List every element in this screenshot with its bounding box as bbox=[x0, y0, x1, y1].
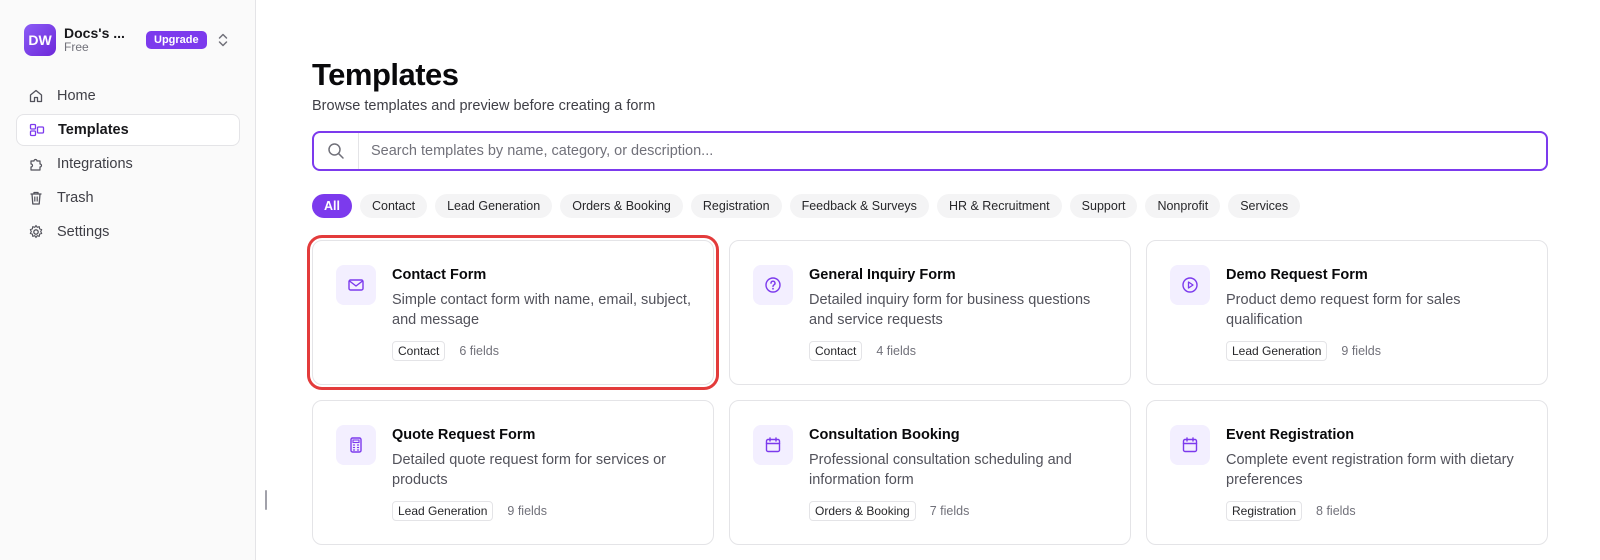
filter-chip-hr-recruitment[interactable]: HR & Recruitment bbox=[936, 194, 1062, 218]
sidebar: DW Docs's ... Free Upgrade Home Templates… bbox=[0, 0, 256, 560]
template-title: General Inquiry Form bbox=[809, 267, 956, 283]
sidebar-item-integrations[interactable]: Integrations bbox=[16, 148, 240, 180]
template-card-body: Quote Request Form Detailed quote request… bbox=[392, 427, 693, 521]
search-bar bbox=[312, 131, 1548, 171]
sidebar-item-label: Integrations bbox=[57, 156, 133, 172]
template-meta: Contact 4 fields bbox=[809, 341, 1110, 361]
calendar-icon bbox=[1170, 425, 1210, 465]
category-filters: All Contact Lead Generation Orders & Bookin… bbox=[312, 194, 1301, 218]
sidebar-item-label: Home bbox=[57, 88, 96, 104]
filter-chip-orders-booking[interactable]: Orders & Booking bbox=[560, 194, 683, 218]
field-count: 7 fields bbox=[929, 504, 970, 518]
upgrade-button[interactable]: Upgrade bbox=[146, 31, 207, 49]
filter-chip-contact[interactable]: Contact bbox=[359, 194, 428, 218]
home-icon bbox=[28, 88, 44, 104]
calendar-icon bbox=[753, 425, 793, 465]
trash-icon bbox=[28, 190, 44, 206]
template-title: Demo Request Form bbox=[1226, 267, 1368, 283]
category-badge: Registration bbox=[1226, 501, 1303, 521]
play-icon bbox=[1170, 265, 1210, 305]
template-card[interactable]: Contact Form Simple contact form with nam… bbox=[307, 235, 719, 390]
templates-icon bbox=[29, 122, 45, 138]
template-description: Detailed quote request form for services… bbox=[392, 452, 667, 488]
category-badge: Contact bbox=[392, 341, 446, 361]
sidebar-item-label: Settings bbox=[57, 224, 110, 240]
category-badge: Lead Generation bbox=[392, 501, 494, 521]
template-card[interactable]: Quote Request Form Detailed quote request… bbox=[312, 400, 714, 545]
workspace-avatar: DW bbox=[24, 24, 56, 56]
template-grid: Contact Form Simple contact form with nam… bbox=[307, 235, 1548, 545]
template-description: Complete event registration form with di… bbox=[1226, 452, 1514, 488]
template-description: Professional consultation scheduling and… bbox=[809, 452, 1072, 488]
template-description: Detailed inquiry form for business quest… bbox=[809, 292, 1091, 328]
puzzle-icon bbox=[28, 156, 44, 172]
template-description: Product demo request form for sales qual… bbox=[1226, 292, 1461, 328]
field-count: 6 fields bbox=[459, 344, 499, 358]
template-meta: Orders & Booking 7 fields bbox=[809, 501, 1110, 521]
filter-chip-feedback-surveys[interactable]: Feedback & Surveys bbox=[789, 194, 929, 218]
field-count: 9 fields bbox=[507, 504, 548, 518]
field-count: 8 fields bbox=[1316, 504, 1356, 518]
filter-chip-services[interactable]: Services bbox=[1228, 194, 1301, 218]
field-count: 4 fields bbox=[876, 344, 916, 358]
search-icon bbox=[314, 133, 359, 169]
workspace-switcher[interactable]: DW Docs's ... Free Upgrade bbox=[16, 22, 240, 58]
page-subtitle: Browse templates and preview before crea… bbox=[312, 98, 656, 114]
question-icon bbox=[753, 265, 793, 305]
page-title: Templates bbox=[312, 57, 459, 92]
template-meta: Lead Generation 9 fields bbox=[1226, 341, 1527, 361]
sidebar-item-label: Trash bbox=[57, 190, 94, 206]
mail-icon bbox=[336, 265, 376, 305]
template-meta: Contact 6 fields bbox=[392, 341, 693, 361]
gear-icon bbox=[28, 224, 44, 240]
workspace-info: Docs's ... Free bbox=[64, 25, 134, 55]
template-card-body: Consultation Booking Professional consult… bbox=[809, 427, 1110, 521]
filter-chip-lead-generation[interactable]: Lead Generation bbox=[435, 194, 553, 218]
filter-chip-nonprofit[interactable]: Nonprofit bbox=[1145, 194, 1221, 218]
template-meta: Registration 8 fields bbox=[1226, 501, 1527, 521]
template-card-body: Event Registration Complete event registr… bbox=[1226, 427, 1527, 521]
template-title: Contact Form bbox=[392, 267, 487, 283]
template-card[interactable]: Event Registration Complete event registr… bbox=[1146, 400, 1548, 545]
template-card[interactable]: Consultation Booking Professional consult… bbox=[729, 400, 1131, 545]
field-count: 9 fields bbox=[1341, 344, 1382, 358]
search-input[interactable] bbox=[359, 143, 1546, 159]
template-description: Simple contact form with name, email, su… bbox=[392, 292, 691, 328]
template-meta: Lead Generation 9 fields bbox=[392, 501, 693, 521]
category-badge: Contact bbox=[809, 341, 863, 361]
filter-chip-support[interactable]: Support bbox=[1069, 194, 1138, 218]
template-card[interactable]: Demo Request Form Product demo request fo… bbox=[1146, 240, 1548, 385]
sidebar-nav: Home Templates Integrations Trash Settings bbox=[16, 80, 240, 250]
category-badge: Lead Generation bbox=[1226, 341, 1328, 361]
sidebar-item-trash[interactable]: Trash bbox=[16, 182, 240, 214]
category-badge: Orders & Booking bbox=[809, 501, 916, 521]
template-card-body: Demo Request Form Product demo request fo… bbox=[1226, 267, 1527, 361]
template-card[interactable]: General Inquiry Form Detailed inquiry for… bbox=[729, 240, 1131, 385]
sidebar-item-label: Templates bbox=[58, 122, 129, 138]
workspace-plan: Free bbox=[64, 40, 89, 55]
template-card-body: General Inquiry Form Detailed inquiry for… bbox=[809, 267, 1110, 361]
template-card-body: Contact Form Simple contact form with nam… bbox=[392, 267, 693, 361]
filter-chip-registration[interactable]: Registration bbox=[690, 194, 782, 218]
filter-chip-all[interactable]: All bbox=[312, 194, 352, 218]
sidebar-item-home[interactable]: Home bbox=[16, 80, 240, 112]
sidebar-resize-handle[interactable] bbox=[265, 490, 267, 510]
workspace-name: Docs's ... bbox=[64, 25, 125, 42]
sidebar-item-settings[interactable]: Settings bbox=[16, 216, 240, 248]
sidebar-item-templates[interactable]: Templates bbox=[16, 114, 240, 146]
template-title: Consultation Booking bbox=[809, 427, 960, 443]
chevron-up-down-icon[interactable] bbox=[216, 31, 230, 49]
calculator-icon bbox=[336, 425, 376, 465]
template-title: Quote Request Form bbox=[392, 427, 536, 443]
template-title: Event Registration bbox=[1226, 427, 1355, 443]
